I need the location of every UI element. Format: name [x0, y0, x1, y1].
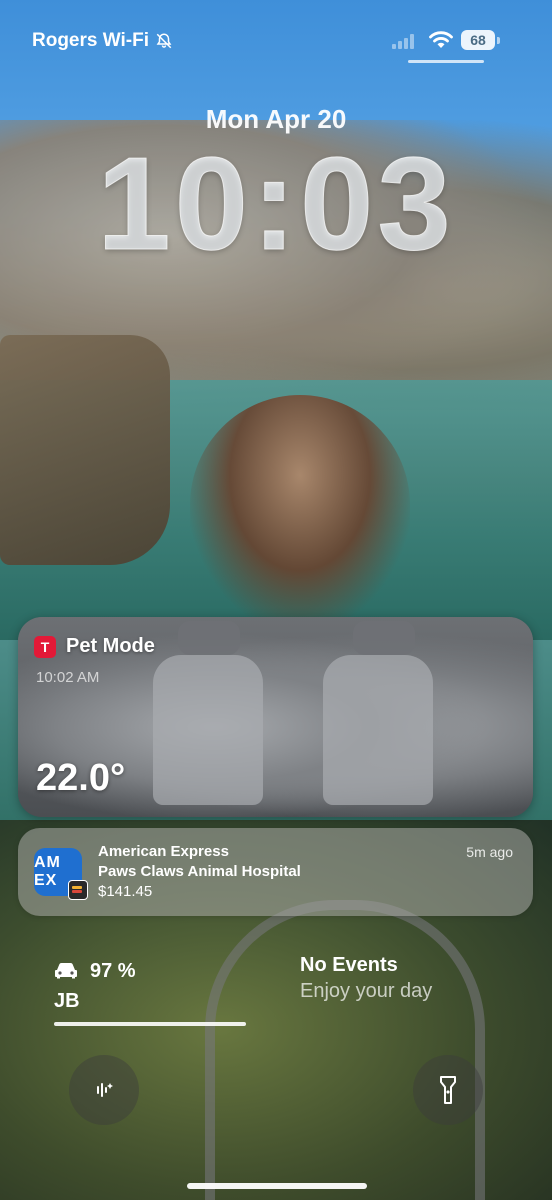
notification-merchant: Paws Claws Animal Hospital	[98, 863, 301, 880]
bell-slash-icon	[156, 33, 172, 49]
car-name[interactable]: JB	[54, 990, 80, 1013]
tesla-logo-icon: T	[34, 635, 56, 658]
voice-waveform-button[interactable]	[69, 1055, 139, 1125]
widget-header: T Pet Mode	[34, 635, 155, 658]
cabin-temperature: 22.0°	[36, 757, 126, 799]
wallpaper-rock	[0, 335, 170, 565]
battery-indicator: 68	[461, 30, 495, 50]
status-bar: Rogers Wi-Fi 68	[0, 0, 552, 80]
flashlight-icon	[440, 1076, 456, 1104]
lock-screen-widgets: 97 % JB No Events Enjoy your day	[0, 950, 552, 1030]
status-underline	[408, 60, 484, 63]
wallpaper-person	[190, 395, 410, 625]
car-battery-percent[interactable]: 97 %	[90, 960, 136, 983]
left-headrest	[178, 621, 240, 655]
notification-time: 5m ago	[466, 844, 513, 860]
car-icon[interactable]	[54, 961, 78, 979]
widget-timestamp: 10:02 AM	[36, 669, 100, 686]
carrier-label: Rogers Wi-Fi	[32, 30, 173, 52]
tesla-pet-mode-widget[interactable]: T Pet Mode 10:02 AM 22.0°	[18, 617, 533, 817]
carrier-name: Rogers Wi-Fi	[32, 30, 149, 51]
right-headrest	[353, 621, 415, 655]
voice-waveform-icon	[97, 1083, 113, 1097]
notification-app-name: American Express	[98, 843, 229, 860]
widget-title: Pet Mode	[66, 635, 155, 657]
lock-screen: Rogers Wi-Fi 68 Mon Apr 20 10:03 T Pet M…	[0, 0, 552, 1200]
battery-tip	[497, 37, 500, 44]
right-seat	[323, 655, 433, 805]
cellular-signal-icon	[392, 34, 414, 49]
wallpaper-ladder-rail	[205, 900, 485, 1200]
notification-amount: $141.45	[98, 883, 153, 900]
lock-clock[interactable]: 10:03	[0, 128, 552, 279]
calendar-title[interactable]: No Events	[300, 954, 398, 977]
home-indicator[interactable]	[187, 1183, 367, 1189]
calendar-subtitle[interactable]: Enjoy your day	[300, 980, 432, 1003]
wifi-icon	[429, 31, 453, 48]
wallet-badge-icon	[68, 880, 88, 900]
flashlight-button[interactable]	[413, 1055, 483, 1125]
car-charge-bar	[54, 1022, 246, 1026]
left-seat	[153, 655, 263, 805]
amex-notification[interactable]: AM EX American Express Paws Claws Animal…	[18, 828, 533, 916]
